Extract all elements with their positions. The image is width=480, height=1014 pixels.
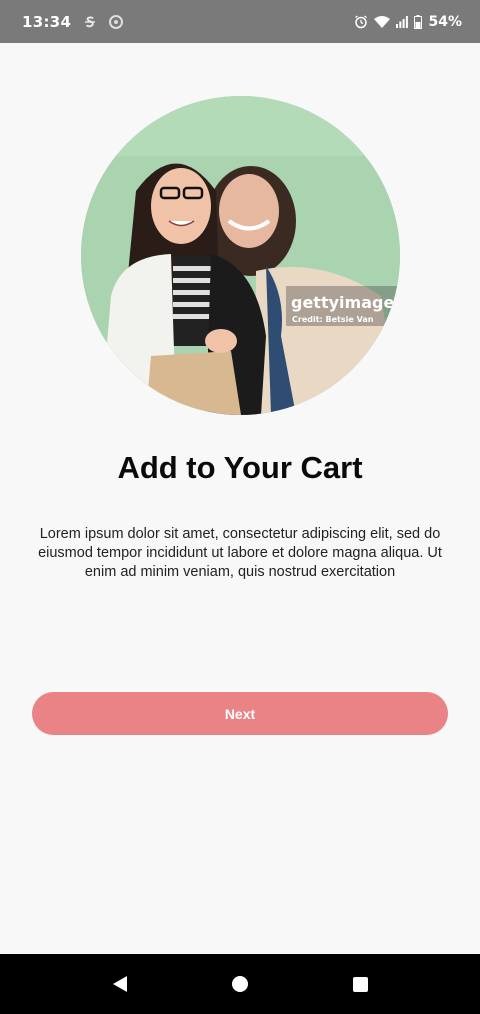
two-women-photo: gettyimages Credit: Betsie Van — [81, 96, 400, 415]
wifi-icon — [374, 15, 391, 28]
status-left: 13:34 — [22, 12, 124, 31]
home-button[interactable] — [220, 964, 260, 1004]
watermark-credit: Credit: Betsie Van — [292, 315, 374, 324]
recents-button[interactable] — [340, 964, 380, 1004]
page-title: Add to Your Cart — [117, 450, 363, 485]
status-bar: 13:34 54% — [0, 0, 480, 43]
description-text: Lorem ipsum dolor sit amet, consectetur … — [38, 526, 442, 580]
alarm-icon — [355, 14, 368, 28]
signal-icon — [396, 15, 409, 28]
back-button[interactable] — [100, 964, 140, 1004]
status-right: 54% — [354, 14, 462, 30]
home-icon — [232, 976, 248, 992]
next-button[interactable]: Next — [32, 692, 448, 735]
watermark-brand: gettyimages — [291, 293, 400, 312]
battery-percent: 54% — [428, 13, 462, 30]
data-saver-icon — [109, 14, 124, 29]
recents-icon — [352, 976, 368, 992]
battery-icon — [414, 14, 423, 29]
back-icon — [113, 976, 127, 992]
status-time: 13:34 — [22, 12, 72, 31]
navigation-bar — [0, 954, 480, 1014]
sync-icon — [83, 15, 97, 29]
hero-photo: gettyimages Credit: Betsie Van — [81, 96, 400, 415]
